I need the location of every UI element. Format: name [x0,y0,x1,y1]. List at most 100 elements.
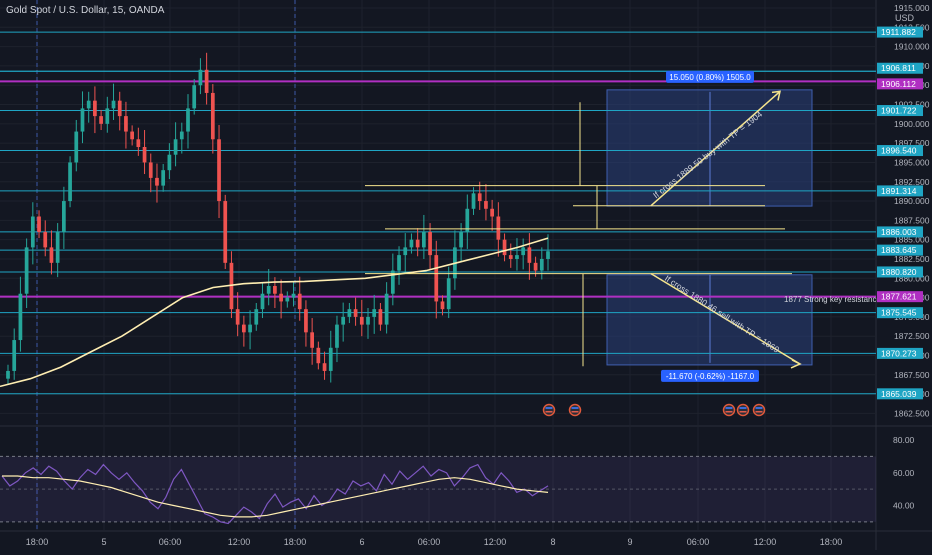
candle [428,231,432,256]
candle [43,231,48,248]
candle [30,216,35,248]
candle [322,363,327,371]
candle [397,255,401,271]
candle [508,255,513,259]
event-flag-stripe [725,407,733,409]
candle [242,324,246,333]
candle [173,139,178,155]
candle [291,293,296,298]
price-tick-label: 1887.500 [894,215,930,225]
candle [539,258,544,271]
price-label: 1877.621 [881,292,917,302]
price-tick-label: 1900.000 [894,119,930,129]
price-label: 1906.112 [881,79,916,89]
candle [359,316,364,325]
candle [210,92,215,140]
time-tick-label: 6 [359,537,364,547]
candle [37,216,41,232]
candle [235,309,240,325]
event-flag-us [542,403,556,417]
candle [304,309,308,333]
candle [18,293,23,341]
candle [316,347,321,364]
candle [111,100,116,109]
event-flag-stripe [725,411,733,413]
price-label: 1865.039 [881,389,917,399]
candle [546,251,550,259]
candle [434,255,439,302]
time-tick-label: 06:00 [418,537,441,547]
candle [12,340,17,371]
candle [80,108,85,132]
chart-canvas[interactable]: If cross 1889.50 buy with TP = 1904If cr… [0,0,932,550]
time-tick-label: 06:00 [159,537,182,547]
candle [459,231,463,248]
candle [297,293,302,310]
candle [422,231,426,248]
candle [161,170,166,186]
rsi-tick-label: 60.00 [893,468,915,478]
candle [99,116,103,124]
candle [130,131,134,140]
event-flag-stripe [755,407,763,409]
candle [167,154,172,171]
event-flag-us [736,403,750,417]
candle [527,247,532,263]
rsi-tick-label: 40.00 [893,500,915,510]
rsi-tick-label: 80.00 [893,435,915,445]
event-flag-stripe [739,407,747,409]
candle [347,309,352,317]
candle [155,177,159,186]
currency-label: USD [894,13,914,23]
candle [328,347,333,371]
candle [273,286,277,294]
candle [484,201,488,209]
candle [285,297,290,302]
event-flag-stripe [739,411,747,413]
candle [471,193,476,209]
candle [446,278,451,310]
candle [186,108,190,132]
candle [74,131,79,163]
price-label: 1901.722 [881,106,917,116]
candle [55,231,60,263]
candle [378,309,383,325]
candle [24,247,29,294]
time-tick-label: 12:00 [484,537,507,547]
candle [366,316,370,325]
price-label: 1896.540 [881,146,917,156]
short-position-label: -11.670 (-0.62%) -1167.0 [666,372,755,381]
candle [223,201,228,263]
candle [62,201,66,232]
price-label: 1911.882 [881,27,916,37]
price-label: 1891.314 [881,186,917,196]
candle [260,293,265,310]
event-flag-stripe [545,407,553,409]
time-tick-label: 12:00 [754,537,777,547]
long-position-label: 15.050 (0.80%) 1505.0 [669,73,751,82]
candle [310,332,314,348]
candle [533,262,538,271]
time-tick-label: 18:00 [26,537,49,547]
candle [49,247,54,263]
price-tick-label: 1890.000 [894,196,930,206]
price-label: 1906.811 [881,63,916,73]
candle [477,193,482,202]
price-label: 1886.003 [881,227,917,237]
candle [142,147,147,163]
price-label: 1870.273 [881,348,917,358]
candle [341,316,346,325]
time-tick-label: 5 [101,537,106,547]
candle [415,239,420,248]
candle [403,247,408,256]
time-tick-label: 18:00 [284,537,307,547]
candle [105,108,110,124]
candle [496,216,501,240]
candle [335,324,339,348]
candle [148,162,153,178]
price-tick-label: 1895.000 [894,157,930,167]
price-label: 1880.820 [881,267,917,277]
trading-chart[interactable]: If cross 1889.50 buy with TP = 1904 If cr… [0,0,932,550]
key-resistance-annotation: 1877 Strong key resistance [784,295,881,304]
candle [490,208,494,217]
